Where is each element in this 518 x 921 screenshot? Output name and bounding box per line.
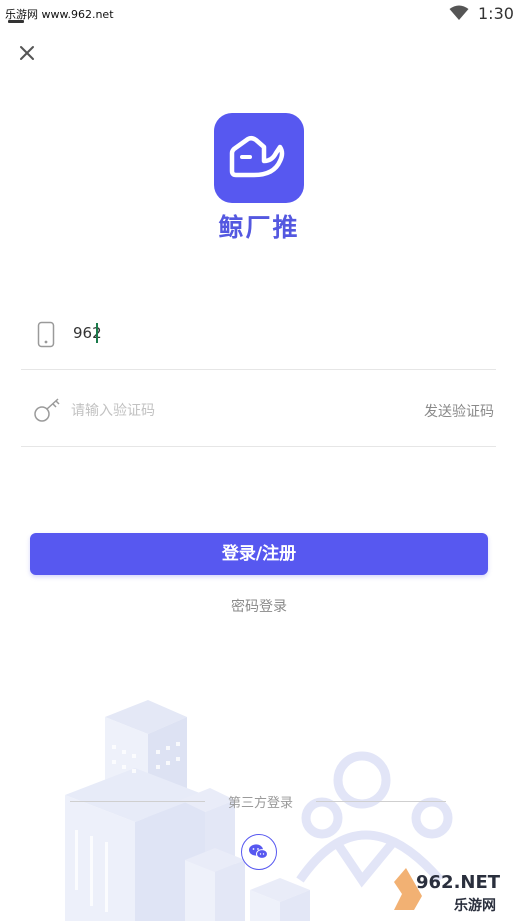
- verification-code-input[interactable]: [71, 400, 371, 422]
- app-name: 鲸厂推: [218, 213, 300, 242]
- divider: [21, 369, 496, 370]
- site-watermark-logo: 962.NET 乐游网: [394, 868, 501, 914]
- wechat-icon: [249, 844, 268, 859]
- close-icon[interactable]: [16, 42, 38, 64]
- phone-icon: [37, 321, 55, 348]
- password-login-link[interactable]: 密码登录: [0, 596, 518, 616]
- divider-left: [70, 801, 205, 802]
- menu-indicator: [8, 20, 24, 23]
- status-time: 1:30: [478, 4, 514, 23]
- divider-right: [316, 801, 446, 802]
- third-party-label: 第三方登录: [227, 796, 293, 811]
- key-icon: [34, 398, 60, 422]
- wifi-icon: [449, 5, 469, 20]
- divider: [21, 446, 496, 447]
- app-logo: [214, 113, 304, 203]
- watermark-brand: 962.NET: [416, 872, 501, 893]
- send-code-button[interactable]: 发送验证码: [424, 401, 494, 421]
- watermark-sub: 乐游网: [454, 897, 496, 914]
- whale-icon: [229, 135, 285, 178]
- text-caret: [96, 323, 98, 343]
- wechat-login-button[interactable]: [241, 834, 277, 870]
- login-register-button[interactable]: 登录/注册: [30, 533, 488, 575]
